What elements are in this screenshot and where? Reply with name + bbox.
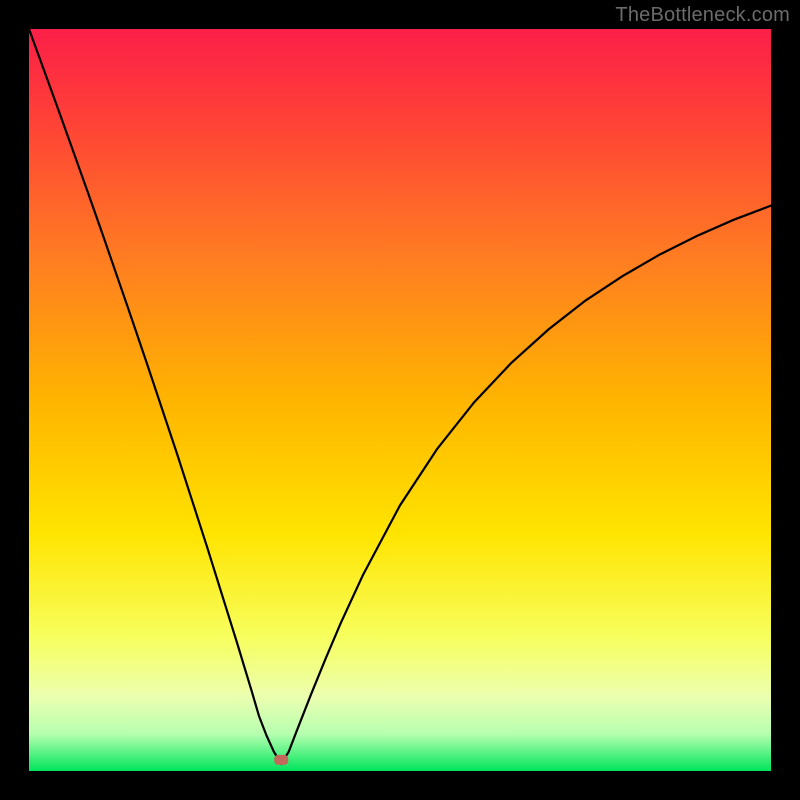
chart-plot <box>29 29 771 771</box>
gradient-bg <box>29 29 771 771</box>
marker-dot <box>274 755 288 765</box>
watermark-text: TheBottleneck.com <box>615 4 790 27</box>
chart-frame: TheBottleneck.com <box>0 0 800 800</box>
